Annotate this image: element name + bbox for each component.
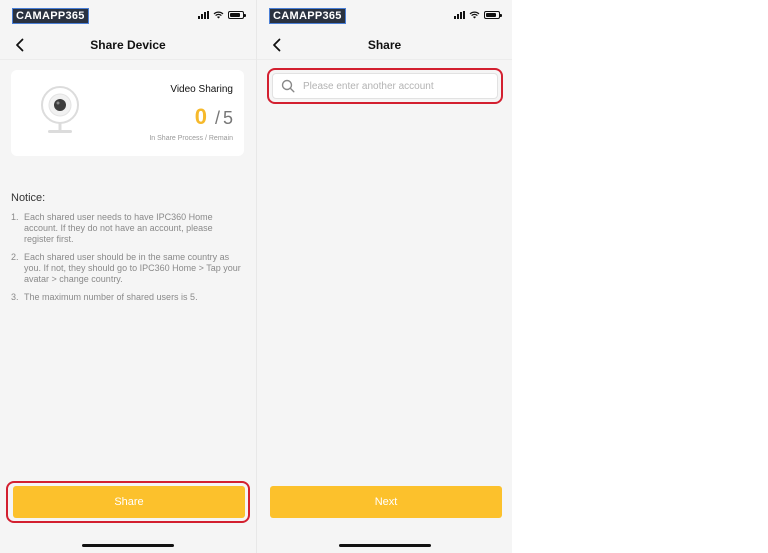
cellular-signal-icon xyxy=(198,11,209,19)
share-screen: CAMAPP365 Share Next xyxy=(256,0,512,553)
navigation-bar: Share Device xyxy=(0,30,256,60)
page-title: Share xyxy=(367,37,402,52)
account-search-input[interactable] xyxy=(303,80,493,92)
wifi-icon xyxy=(213,11,224,19)
home-indicator xyxy=(82,544,174,547)
navigation-bar: Share xyxy=(257,30,512,60)
watermark-logo: CAMAPP365 xyxy=(269,8,346,24)
cellular-signal-icon xyxy=(454,11,465,19)
wifi-icon xyxy=(469,11,480,19)
back-arrow-icon[interactable] xyxy=(269,37,285,53)
battery-icon xyxy=(484,11,502,19)
notice-item: 1. Each shared user needs to have IPC360 … xyxy=(11,212,213,244)
status-icons xyxy=(454,11,502,19)
notice-title: Notice: xyxy=(11,192,46,204)
camera-icon xyxy=(41,86,79,133)
share-device-screen: CAMAPP365 Share Device Video Sharing 0 /… xyxy=(0,0,256,553)
status-bar: CAMAPP365 xyxy=(257,0,512,30)
next-button[interactable]: Next xyxy=(270,486,502,518)
battery-icon xyxy=(228,11,246,19)
account-search-box[interactable] xyxy=(272,73,498,99)
notice-item: 2. Each shared user should be in the same… xyxy=(11,252,241,284)
card-title: Video Sharing xyxy=(170,84,233,95)
notice-list: 1. Each shared user needs to have IPC360 … xyxy=(11,212,241,310)
shared-count: 0 xyxy=(194,104,207,129)
notice-item: 3. The maximum number of shared users is … xyxy=(11,292,198,302)
status-icons xyxy=(198,11,246,19)
count-separator: / xyxy=(214,108,220,128)
back-arrow-icon[interactable] xyxy=(12,37,28,53)
search-icon xyxy=(281,79,295,93)
status-bar: CAMAPP365 xyxy=(0,0,256,30)
share-button[interactable]: Share xyxy=(13,486,245,518)
remaining-count: 5 xyxy=(222,108,233,128)
home-indicator xyxy=(339,544,431,547)
video-sharing-card: Video Sharing 0 / 5 In Share Process / R… xyxy=(11,70,244,156)
count-caption: In Share Process / Remain xyxy=(149,135,233,142)
page-title: Share Device xyxy=(90,37,166,52)
search-highlight-annotation xyxy=(267,68,503,104)
watermark-logo: CAMAPP365 xyxy=(12,8,89,24)
share-count: 0 / 5 xyxy=(195,104,233,130)
